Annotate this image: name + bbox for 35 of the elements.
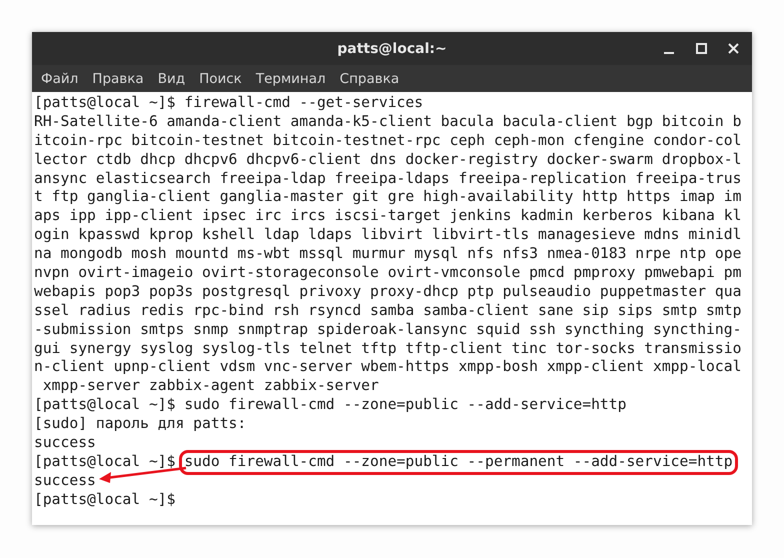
output-text: ogin kpasswd kprop kshell ldap ldaps libvirt libvirt-tls managesieve mdns minidl xyxy=(34,226,742,246)
command-text: sudo firewall-cmd --zone=public --add-service=http xyxy=(184,396,626,416)
output-text: itcoin-rpc bitcoin-testnet bitcoin-testnet-rpc ceph ceph-mon cfengine condor-col xyxy=(34,132,742,151)
output-text: n-client upnp-client vdsm vnc-server wbem-https xmpp-bosh xmpp-client xmpp-local xyxy=(34,358,742,378)
output-text: webapis pop3 pop3s postgresql privoxy proxy-dhcp ptp pulseaudio puppetmaster qua xyxy=(34,282,742,302)
menu-item[interactable]: Справка xyxy=(332,70,406,86)
shell-prompt: [patts@local ~]$ xyxy=(34,452,176,472)
shell-prompt: [patts@local ~]$ xyxy=(34,94,176,113)
output-text: nvpn ovirt-imageio ovirt-storageconsole ovirt-vmconsole pmcd pmproxy pmwebapi pm xyxy=(34,264,742,283)
menu-item[interactable]: Правка xyxy=(85,70,151,86)
menu-item[interactable]: Поиск xyxy=(192,70,249,86)
shell-prompt: [patts@local ~]$ xyxy=(34,490,176,510)
output-text: RH-Satellite-6 amanda-client amanda-k5-client bacula bacula-client bgp bitcoin b xyxy=(34,112,742,132)
menu-item[interactable]: Терминал xyxy=(248,70,333,86)
output-text: xmpp-server zabbix-agent zabbix-server xyxy=(42,377,379,396)
output-text: success xyxy=(34,472,96,491)
output-text: lector ctdb dhcp dhcpv6 dhcpv6-client dns docker-registry docker-swarm dropbox-l xyxy=(34,150,742,170)
output-text: success xyxy=(34,434,96,453)
output-text: [sudo] пароль для patts: xyxy=(34,415,246,434)
shell-prompt: [patts@local ~]$ xyxy=(34,396,176,416)
output-text: -submission smtps snmp snmptrap spideroak-lansync squid ssh syncthing syncthing- xyxy=(34,320,742,340)
output-text: t ftp ganglia-client ganglia-master git gre high-availability http https imap im xyxy=(34,188,742,208)
close-icon xyxy=(728,43,738,54)
output-text: ansync elasticsearch freeipa-ldap freeipa-ldaps freeipa-replication freeipa-trus xyxy=(34,170,742,188)
maximize-icon xyxy=(696,43,706,54)
highlighted-command: sudo firewall-cmd --zone=public --permanent --add-service=http xyxy=(182,452,735,472)
command-text: firewall-cmd --get-services xyxy=(184,94,424,113)
menu-item[interactable]: Вид xyxy=(150,70,192,86)
output-text: aps ipp ipp-client ipsec irc ircs iscsi-target jenkins kadmin kerberos kibana kl xyxy=(34,207,742,226)
output-text: na mongodb mosh mountd ms-wbt mssql murmur mysql nfs nfs3 nmea-0183 nrpe ntp ope xyxy=(34,245,742,264)
window-title: patts@local:~ xyxy=(337,40,447,56)
minimize-icon xyxy=(664,52,674,54)
output-text: ssel radius redis rpc-bind rsh rsyncd samba samba-client sane sip sips smtp smtp xyxy=(34,302,742,321)
output-text: gui synergy syslog syslog-tls telnet tftp tftp-client tinc tor-socks transmissio xyxy=(34,340,742,358)
menu-item[interactable]: Файл xyxy=(34,70,86,86)
